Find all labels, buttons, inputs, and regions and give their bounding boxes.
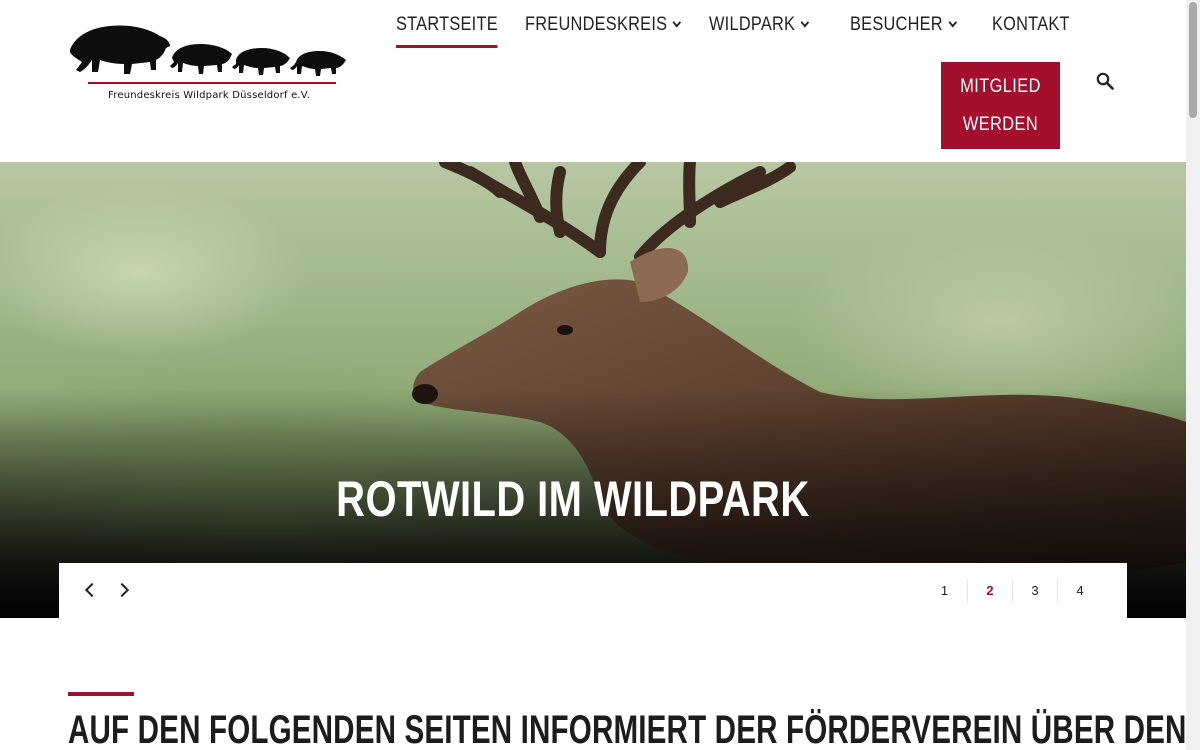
hero-title: ROTWILD IM WILDPARK [0,470,1146,528]
hero-slider: ROTWILD IM WILDPARK [0,162,1186,618]
chevron-down-icon [672,17,682,28]
section-heading-text: AUF DEN FOLGENDEN SEITEN INFORMIERT DER … [68,708,1187,750]
site-logo[interactable]: Freundeskreis Wildpark Düsseldorf e.V. [66,18,352,110]
logo-underline [88,82,336,84]
slide-dot-2[interactable]: 2 [967,579,1012,603]
hero-title-text: ROTWILD IM WILDPARK [336,471,810,527]
chevron-down-icon [800,17,810,28]
scrollbar-thumb[interactable] [1189,2,1197,118]
chevron-left-icon[interactable] [84,582,100,598]
nav-label: WILDPARK [709,14,796,35]
page-scrollbar[interactable] [1186,0,1200,750]
search-icon[interactable] [1096,72,1114,90]
become-member-button[interactable]: MITGLIED WERDEN [941,62,1060,149]
nav-label: FREUNDESKREIS [525,14,668,35]
slider-controls: 1 2 3 4 [59,563,1127,618]
nav-item-kontakt[interactable]: KONTAKT [992,14,1070,44]
member-button-line1: MITGLIED [960,76,1041,97]
nav-item-startseite[interactable]: STARTSEITE [396,14,499,48]
nav-label: KONTAKT [992,14,1070,35]
section-accent-line [68,692,134,696]
section-heading: AUF DEN FOLGENDEN SEITEN INFORMIERT DER … [68,708,1186,750]
chevron-right-icon[interactable] [114,582,130,598]
slide-pagination: 1 2 3 4 [922,579,1102,603]
nav-item-freundeskreis[interactable]: FREUNDESKREIS [525,14,682,44]
member-button-line2: WERDEN [962,114,1039,135]
boar-silhouettes-logo [70,25,346,76]
nav-item-wildpark[interactable]: WILDPARK [709,14,810,44]
slide-dot-1[interactable]: 1 [922,579,967,603]
nav-label: BESUCHER [850,14,943,35]
site-header: Freundeskreis Wildpark Düsseldorf e.V. S… [0,0,1186,162]
chevron-down-icon [948,17,958,28]
nav-label: STARTSEITE [396,14,498,35]
slide-dot-3[interactable]: 3 [1012,579,1057,603]
slide-dot-4[interactable]: 4 [1057,579,1102,603]
logo-text: Freundeskreis Wildpark Düsseldorf e.V. [108,90,310,101]
nav-item-besucher[interactable]: BESUCHER [850,14,958,44]
